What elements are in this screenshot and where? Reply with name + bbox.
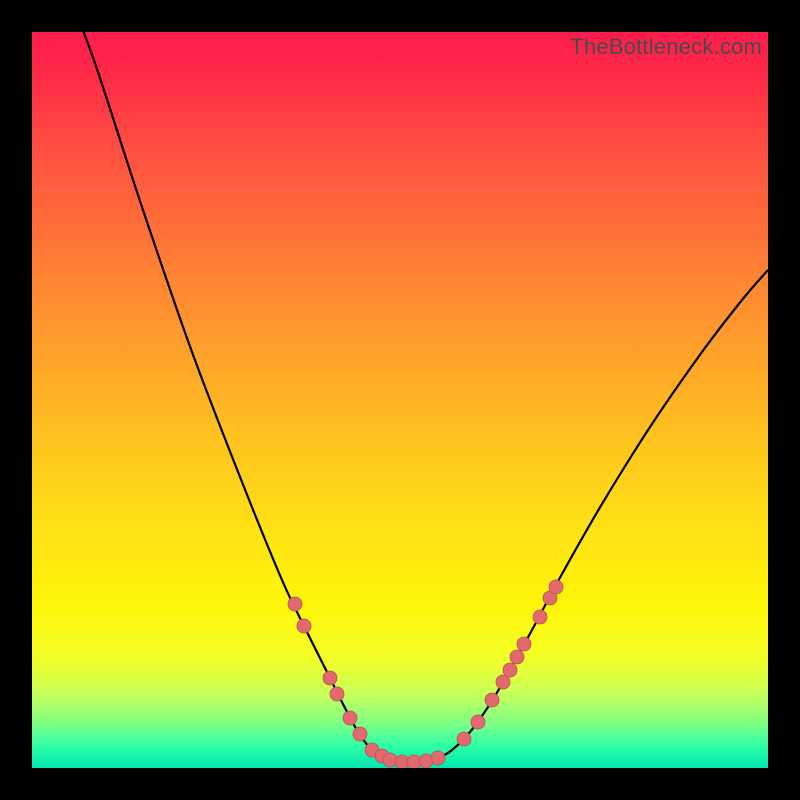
data-marker (549, 580, 563, 594)
data-marker (503, 663, 517, 677)
data-marker (323, 671, 337, 685)
data-marker (496, 675, 510, 689)
data-marker (288, 597, 302, 611)
markers-group (288, 580, 563, 768)
chart-outer-frame: TheBottleneck.com (0, 0, 800, 800)
data-marker (297, 619, 311, 633)
data-marker (343, 711, 357, 725)
data-marker (471, 715, 485, 729)
data-marker (517, 637, 531, 651)
data-marker (457, 732, 471, 746)
data-marker (431, 751, 445, 765)
bottleneck-curve (76, 32, 768, 763)
data-marker (485, 693, 499, 707)
plot-area: TheBottleneck.com (32, 32, 768, 768)
data-marker (533, 610, 547, 624)
data-marker (510, 650, 524, 664)
data-marker (330, 687, 344, 701)
chart-svg (32, 32, 768, 768)
data-marker (353, 727, 367, 741)
